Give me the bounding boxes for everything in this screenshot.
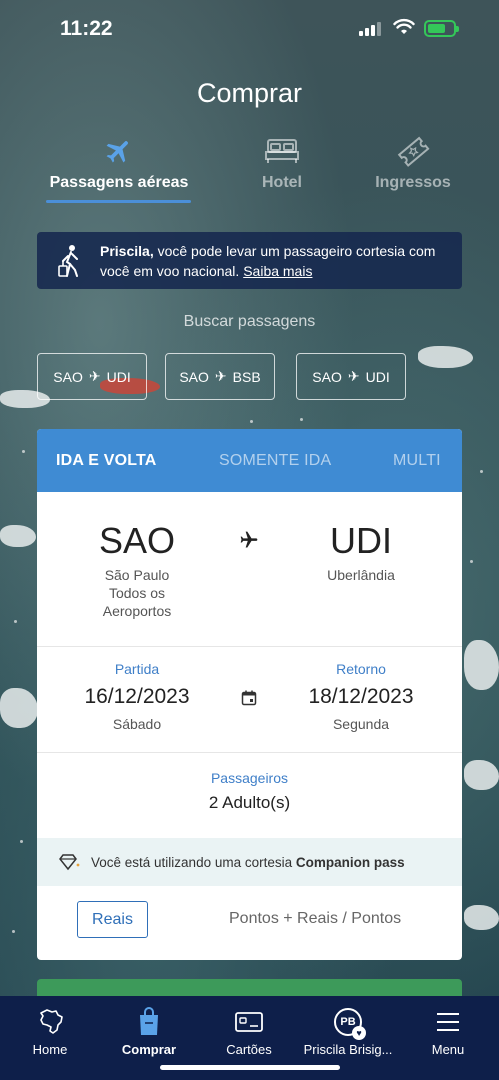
origin-city-line: São Paulo (104, 567, 170, 583)
departure-date[interactable]: 16/12/2023 (57, 685, 217, 709)
avatar-initials: PB (340, 1016, 356, 1028)
route-selector: SAO São Paulo Todos os Aeroportos UDI Ub… (37, 492, 462, 647)
tab-multi-city[interactable]: MULTI (393, 452, 441, 470)
departure-label: Partida (114, 661, 160, 677)
bed-icon (265, 139, 299, 163)
companion-promo-banner: Priscila, você pode levar um passageiro … (37, 232, 462, 289)
nav-cards-label: Cartões (226, 1042, 272, 1057)
brazil-map-icon (40, 1009, 63, 1034)
airplane-icon: ✈ (214, 368, 227, 384)
promo-learn-more-link[interactable]: Saiba mais (243, 263, 312, 279)
battery-icon (424, 20, 459, 37)
airplane-icon: ✈ (347, 368, 360, 384)
return-date[interactable]: 18/12/2023 (281, 685, 441, 709)
chip-origin: SAO (312, 368, 342, 385)
destination-code[interactable]: UDI (281, 520, 441, 562)
companion-text: Você está utilizando uma cortesia (91, 854, 296, 870)
heart-icon: ♥ (352, 1026, 366, 1040)
ticket-icon (397, 136, 430, 167)
chip-destination: BSB (232, 368, 261, 385)
return-label: Retorno (336, 661, 386, 677)
passengers-value: 2 Adulto(s) (208, 793, 291, 812)
destination-city[interactable]: Uberlândia (281, 566, 441, 584)
airplane-icon (106, 141, 128, 163)
nav-home[interactable]: Home (0, 1006, 100, 1057)
date-selector: Partida 16/12/2023 Sábado Retorno 18/12/… (37, 647, 462, 753)
departure-weekday: Sábado (112, 716, 162, 732)
status-time: 11:22 (60, 17, 113, 40)
recent-search-chip[interactable]: SAO ✈ UDI (296, 353, 406, 400)
passengers-label: Passageiros (210, 770, 289, 786)
trip-type-tabs: IDA E VOLTA SOMENTE IDA MULTI (37, 429, 462, 492)
nav-cards[interactable]: Cartões (199, 1006, 299, 1057)
tab-one-way[interactable]: SOMENTE IDA (219, 452, 331, 470)
companion-pass-notice: Você está utilizando uma cortesia Compan… (37, 838, 462, 886)
tab-tickets[interactable]: Ingressos (333, 132, 493, 192)
category-tabs: Passagens aéreas Hotel Ingressos (0, 132, 499, 207)
return-weekday: Segunda (332, 716, 390, 732)
nav-buy-label: Comprar (121, 1042, 177, 1057)
search-section-label: Buscar passagens (183, 313, 316, 330)
origin-code[interactable]: SAO (57, 520, 217, 562)
currency-reais-button[interactable]: Reais (77, 901, 148, 938)
airplane-icon: ✈ (88, 368, 101, 384)
chip-destination: UDI (365, 368, 390, 385)
airplane-icon (240, 531, 258, 548)
chip-origin: SAO (179, 368, 209, 385)
calendar-icon (241, 690, 257, 706)
tab-tickets-label: Ingressos (375, 174, 451, 191)
origin-city[interactable]: São Paulo Todos os Aeroportos (57, 566, 217, 620)
tab-flights[interactable]: Passagens aéreas (39, 132, 199, 192)
nav-profile-label: Priscila Brisig... (303, 1042, 393, 1057)
chip-origin: SAO (53, 368, 83, 385)
traveler-icon (58, 245, 78, 277)
payment-currency-toggle: Reais Pontos + Reais / Pontos (37, 886, 462, 960)
recent-search-chip[interactable]: SAO ✈ UDI (37, 353, 147, 400)
origin-city-line: Aeroportos (102, 603, 172, 619)
currency-points-option[interactable]: Pontos + Reais / Pontos (229, 910, 401, 928)
recent-search-chip[interactable]: SAO ✈ BSB (165, 353, 275, 400)
origin-city-line: Todos os (108, 585, 166, 601)
nav-profile[interactable]: PB ♥ Priscila Brisig... (298, 1006, 398, 1057)
passengers-selector[interactable]: Passageiros 2 Adulto(s) (37, 753, 462, 838)
active-tab-indicator (46, 200, 191, 203)
nav-buy[interactable]: Comprar (99, 1006, 199, 1057)
page-title: Comprar (196, 78, 303, 108)
tab-round-trip[interactable]: IDA E VOLTA (56, 452, 157, 470)
chip-destination: UDI (106, 368, 131, 385)
home-indicator (160, 1065, 340, 1070)
hamburger-icon (437, 1013, 459, 1031)
promo-user-name: Priscila, (100, 243, 154, 259)
nav-menu-label: Menu (431, 1042, 465, 1057)
diamond-icon (59, 854, 80, 871)
companion-pass-name: Companion pass (295, 854, 405, 870)
avatar: PB ♥ (334, 1008, 366, 1040)
flight-search-card: IDA E VOLTA SOMENTE IDA MULTI SAO São Pa… (37, 429, 462, 960)
tab-flights-label: Passagens aéreas (49, 174, 189, 191)
nav-menu[interactable]: Menu (398, 1006, 498, 1057)
cellular-signal-icon (359, 22, 381, 36)
shopping-bag-icon (140, 1007, 158, 1035)
wifi-icon (393, 18, 415, 34)
card-icon (235, 1012, 263, 1032)
nav-home-label: Home (32, 1042, 68, 1057)
status-bar: 11:22 (0, 0, 499, 60)
